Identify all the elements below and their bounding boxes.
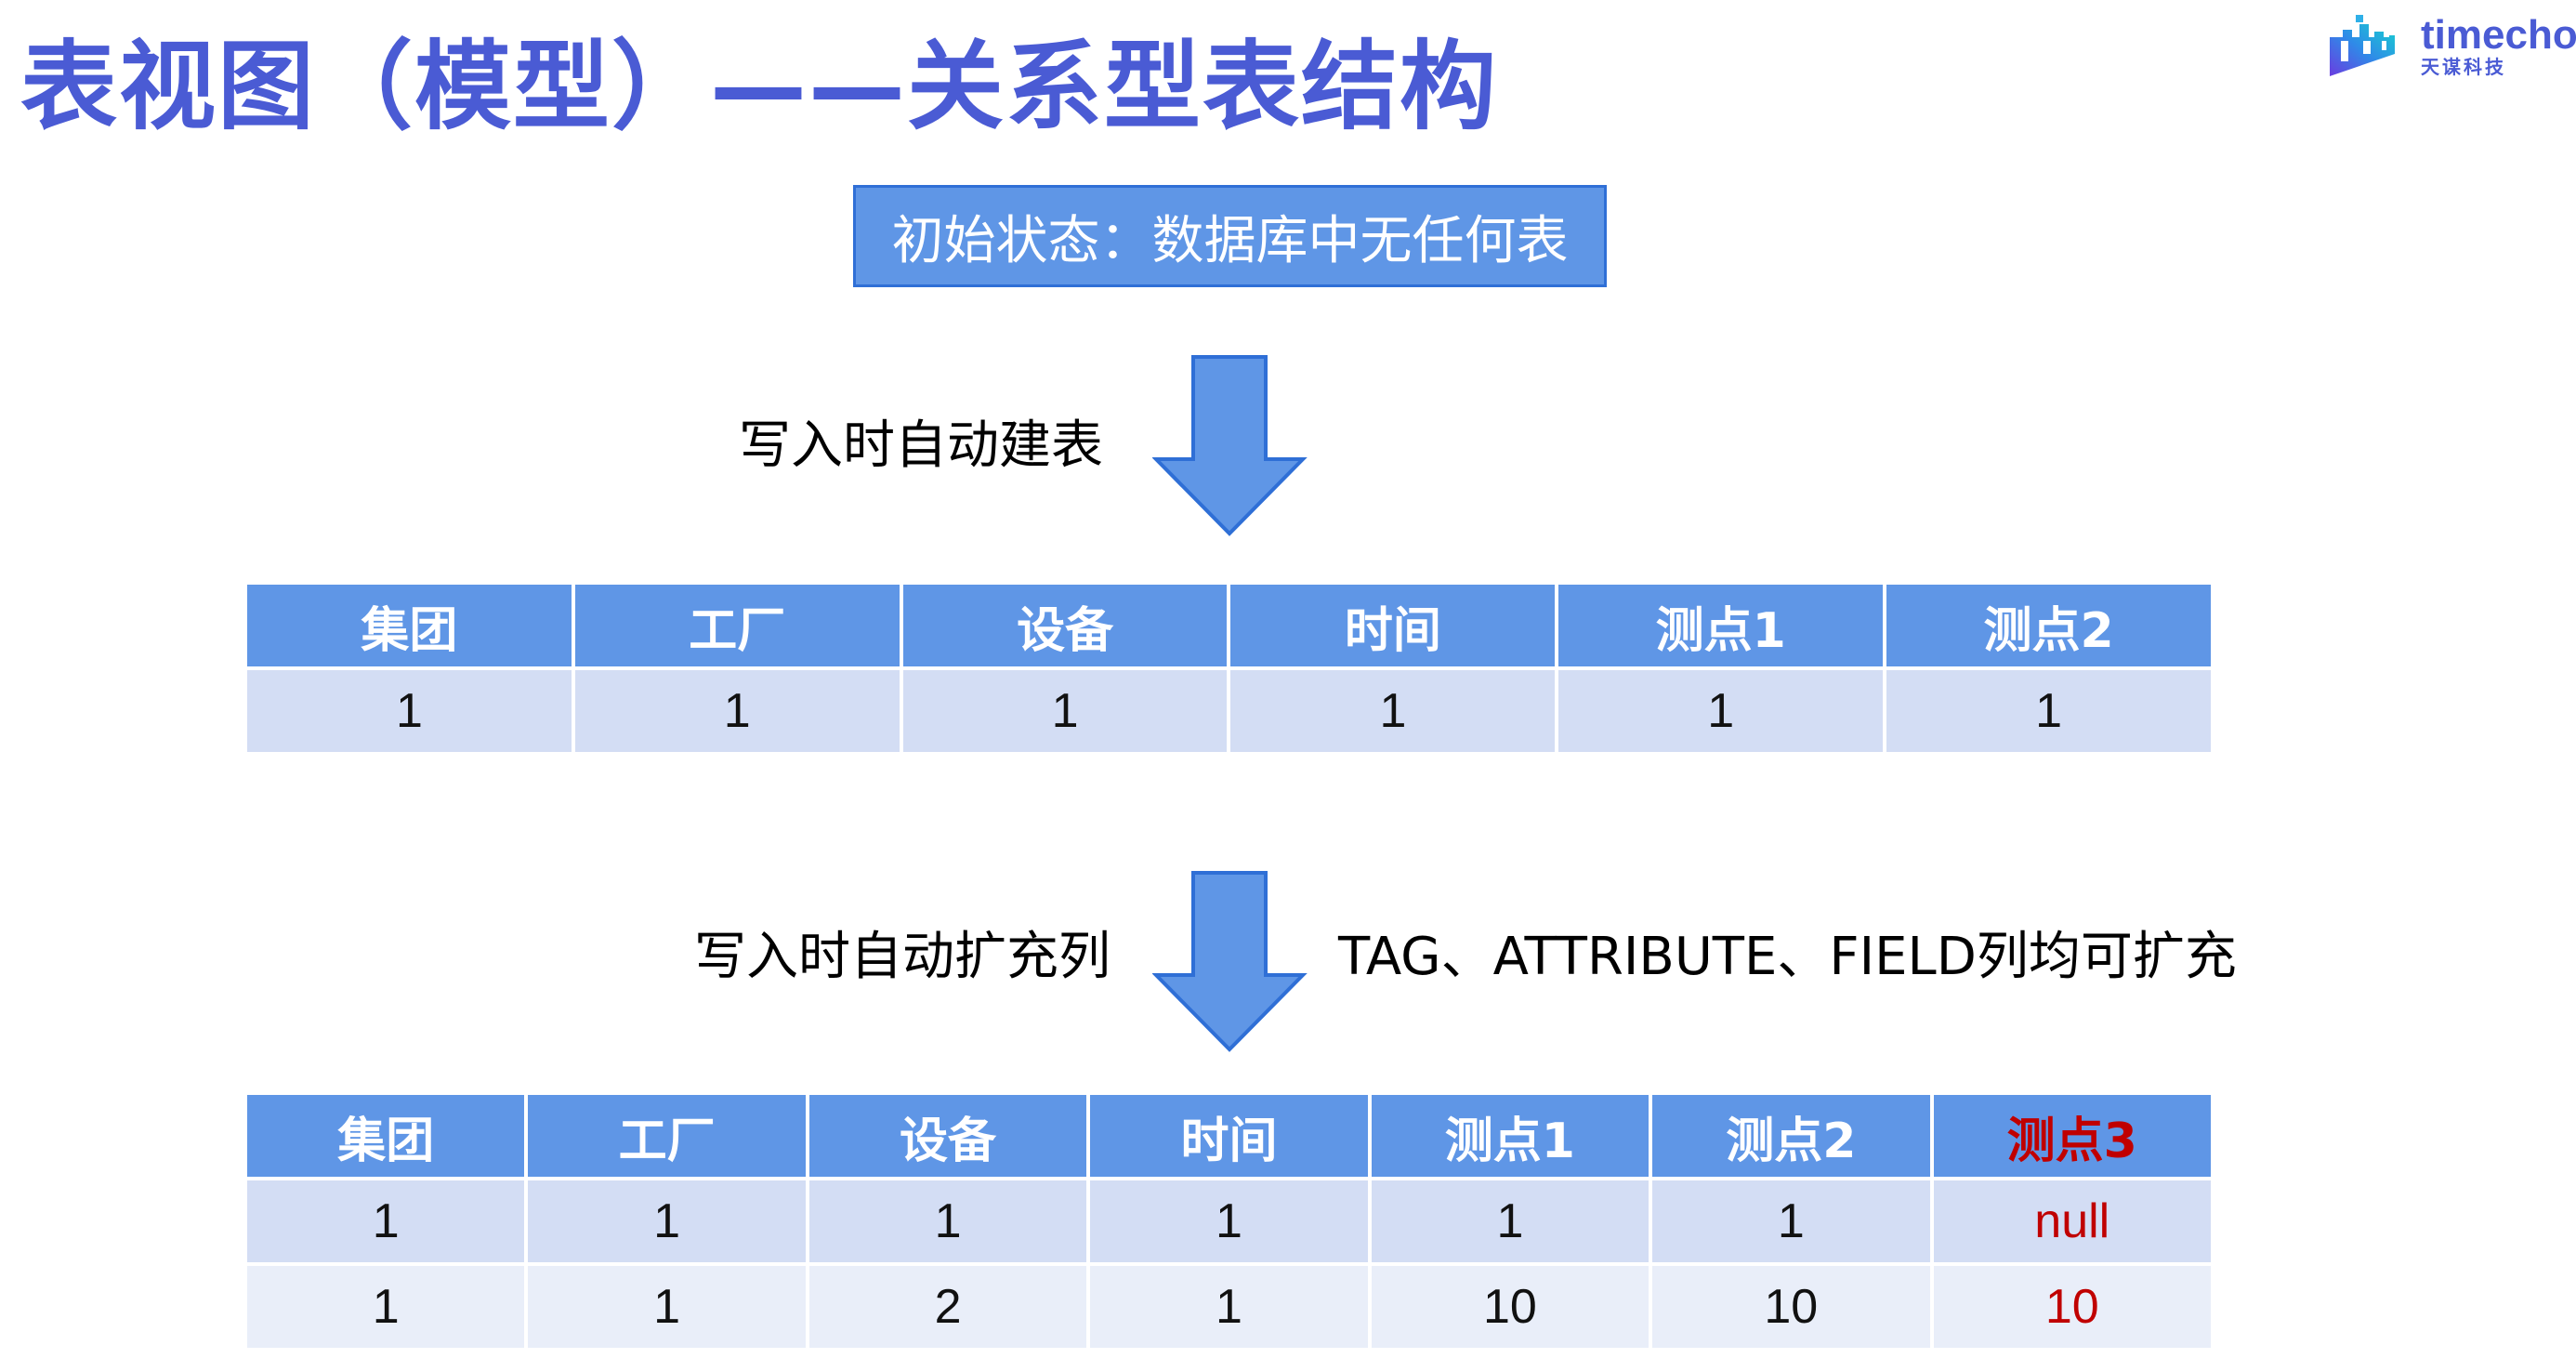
column-header: 设备: [808, 1095, 1087, 1177]
table-expanded-columns: 集团 工厂 设备 时间 测点1 测点2 测点3 1 1 1 1 1 1 null…: [243, 1091, 2215, 1351]
column-header: 集团: [247, 585, 572, 666]
column-header: 集团: [247, 1095, 525, 1177]
table-cell: 1: [1652, 1180, 1930, 1262]
column-header: 测点2: [1652, 1095, 1930, 1177]
table-cell: 1: [247, 1266, 525, 1348]
table-cell: 1: [247, 1180, 525, 1262]
column-header: 时间: [1230, 585, 1556, 666]
table-row: 1 1 1 1 1 1 null: [247, 1180, 2211, 1262]
column-header: 设备: [902, 585, 1228, 666]
table-cell: 1: [808, 1180, 1087, 1262]
table-cell: 10: [1652, 1266, 1930, 1348]
table-cell: 10: [1371, 1266, 1649, 1348]
column-header: 测点1: [1558, 585, 1884, 666]
step2-label: 写入时自动扩充列: [694, 927, 1111, 987]
table-cell: 2: [808, 1266, 1087, 1348]
new-column-cell: 10: [1933, 1266, 2211, 1348]
table-header-row: 集团 工厂 设备 时间 测点1 测点2: [247, 585, 2211, 666]
table-cell: 1: [574, 670, 900, 752]
table-cell: 1: [1371, 1180, 1649, 1262]
down-arrow-icon: [1152, 871, 1308, 1052]
table-cell: 1: [1090, 1266, 1368, 1348]
table-cell: 1: [528, 1180, 806, 1262]
table-row: 1 1 1 1 1 1: [247, 670, 2211, 752]
table-row: 1 1 2 1 10 10 10: [247, 1266, 2211, 1348]
slide-title: 表视图（模型）——关系型表结构: [20, 30, 1499, 143]
column-header: 工厂: [574, 585, 900, 666]
column-header: 测点1: [1371, 1095, 1649, 1177]
down-arrow-icon: [1152, 355, 1308, 536]
table-cell: 1: [1886, 670, 2211, 752]
table-header-row: 集团 工厂 设备 时间 测点1 测点2 测点3: [247, 1095, 2211, 1177]
column-header: 测点2: [1886, 585, 2211, 666]
table-cell: 1: [1090, 1180, 1368, 1262]
table-cell: 1: [1230, 670, 1556, 752]
column-header: 时间: [1090, 1095, 1368, 1177]
logo-subtitle: 天谋科技: [2421, 56, 2506, 78]
table-cell: 1: [247, 670, 572, 752]
table-auto-created: 集团 工厂 设备 时间 测点1 测点2 1 1 1 1 1 1: [243, 581, 2215, 756]
step2-note: TAG、ATTRIBUTE、FIELD列均可扩充: [1338, 927, 2237, 987]
timecho-logo: timecho 天谋科技: [2328, 11, 2576, 78]
logo-wordmark: timecho: [2421, 12, 2576, 58]
initial-state-text: 初始状态：数据库中无任何表: [891, 210, 1569, 271]
table-cell: 1: [528, 1266, 806, 1348]
table-cell: 1: [902, 670, 1228, 752]
new-column-header: 测点3: [1933, 1095, 2211, 1177]
column-header: 工厂: [528, 1095, 806, 1177]
new-column-cell: null: [1933, 1180, 2211, 1262]
timecho-logo-icon: [2330, 15, 2395, 76]
table-cell: 1: [1558, 670, 1884, 752]
initial-state-box: 初始状态：数据库中无任何表: [853, 185, 1607, 287]
step1-label: 写入时自动建表: [739, 415, 1103, 476]
